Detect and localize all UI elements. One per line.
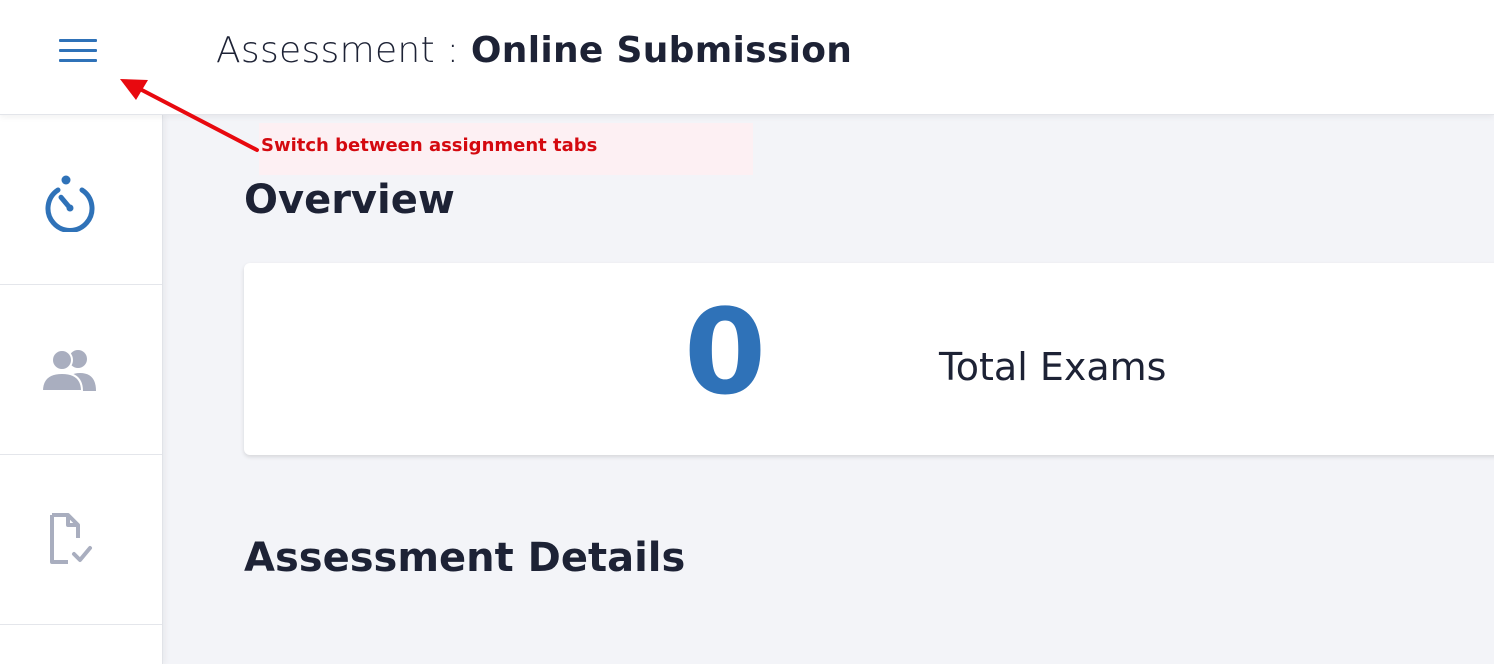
sidebar-item-submissions[interactable] [0, 455, 162, 625]
total-exams-value: 0 [684, 283, 767, 421]
assessment-details-heading: Assessment Details [244, 535, 686, 581]
total-exams-label: Total Exams [939, 345, 1167, 389]
annotation-callout: Switch between assignment tabs [259, 123, 753, 175]
top-bar: Assessment : Online Submission [0, 0, 1494, 115]
sidebar [0, 115, 163, 664]
page-title-prefix: Assessment : [216, 30, 471, 71]
file-check-icon [40, 512, 100, 568]
menu-button[interactable] [52, 30, 104, 72]
overview-card: 0 Total Exams [244, 263, 1494, 455]
main-content: Switch between assignment tabs Overview … [163, 115, 1494, 664]
sidebar-item-people[interactable] [0, 285, 162, 455]
overview-heading: Overview [244, 177, 455, 223]
stopwatch-icon [40, 168, 100, 232]
people-icon [40, 347, 100, 393]
sidebar-item-overview[interactable] [0, 115, 162, 285]
hamburger-menu-icon [59, 39, 97, 62]
assessment-name: Online Submission [470, 30, 853, 71]
page-title: Assessment : Online Submission [216, 30, 852, 71]
app-root: Assessment : Online Submission Switch be… [0, 0, 1494, 664]
